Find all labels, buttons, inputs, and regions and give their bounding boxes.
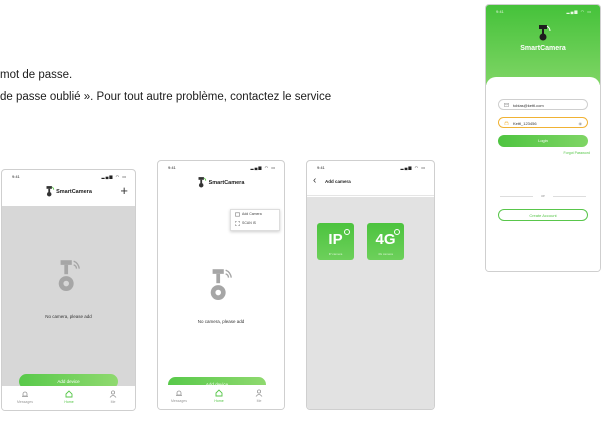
phone-login-screen: 9:41 ▂▄▆ ◠ ▭ SmartCamera tobias@kettl.co… [485,4,601,272]
user-icon [109,390,117,398]
scan-icon [235,221,240,226]
doc-line-2: de passe oublié ». Pour tout autre probl… [0,91,332,103]
status-bar: 9:41 ▂▄▆ ◠ ▭ [158,161,284,173]
login-button[interactable]: Login [498,135,588,147]
tab-me[interactable]: Me [98,390,128,404]
tile-label: IP [328,231,343,248]
back-chevron-icon[interactable]: ‹ [313,175,316,186]
camera-logo-icon [198,177,207,188]
login-header: 9:41 ▂▄▆ ◠ ▭ SmartCamera [486,5,600,85]
4g-camera-tile[interactable]: 4G 4G camera [367,223,404,260]
add-menu-popup: Add Camera SCAN IS [230,209,280,231]
phone-popup-screen: 9:41 ▂▄▆ ◠ ▭ SmartCamera No camera, plea… [157,160,285,410]
status-bar: 9:41 ▂▄▆ ◠ ▭ [307,161,434,173]
camera-small-icon [235,212,240,217]
tab-me[interactable]: Me [244,389,274,403]
camera-logo-icon [46,186,54,197]
status-icons: ▂▄▆ ◠ ▭ [101,174,127,179]
login-card: tobias@kettl.com Kettl_123456 ◉ Login Fo… [486,77,600,271]
status-icons: ▂▄▆ ◠ ▭ [566,9,592,14]
status-bar: 9:41 ▂▄▆ ◠ ▭ [486,5,600,17]
tab-bar: Messages Home Me [2,386,135,410]
tile-sub: 4G camera [378,252,393,256]
phone-home-screen: 9:41 ▂▄▆ ◠ ▭ SmartCamera + No camera, pl… [1,169,136,411]
app-logo: SmartCamera [45,186,92,197]
tab-messages[interactable]: Messages [164,389,194,403]
screen-title: Add camera [325,179,351,184]
or-divider: or [500,193,586,199]
status-icons: ▂▄▆ ◠ ▭ [400,165,426,170]
ip-camera-tile[interactable]: IP IP camera [317,223,354,260]
mail-icon [504,103,509,107]
add-plus-button[interactable]: + [120,184,128,197]
home-icon [65,390,73,398]
empty-camera-icon [58,260,80,291]
tab-home[interactable]: Home [54,390,84,404]
tile-label: 4G [375,231,396,248]
password-field[interactable]: Kettl_123456 ◉ [498,117,588,128]
forgot-password-link[interactable]: Forgot Password [564,151,590,155]
empty-device-area: No camera, please add Add device [2,206,135,389]
app-name: SmartCamera [208,179,245,186]
status-icons: ▂▄▆ ◠ ▭ [250,165,276,170]
bell-icon [22,391,28,397]
app-logo: SmartCamera [198,177,245,188]
empty-text: No camera, please add [45,314,92,319]
tab-messages[interactable]: Messages [10,390,40,404]
eye-icon[interactable]: ◉ [579,118,583,129]
add-camera-header: ‹ Add camera [307,173,434,196]
tab-home[interactable]: Home [204,389,234,403]
create-account-button[interactable]: Create Account [498,209,588,221]
app-header: SmartCamera [158,173,284,195]
phone-add-camera-screen: 9:41 ▂▄▆ ◠ ▭ ‹ Add camera IP IP camera 4… [306,160,435,410]
add-camera-area: IP IP camera 4G 4G camera [307,197,434,409]
menu-item-scan[interactable]: SCAN IS [231,219,279,228]
empty-camera-icon [210,269,232,300]
camera-logo-icon [539,25,551,41]
empty-text: No camera, please add [197,319,245,324]
email-field[interactable]: tobias@kettl.com [498,99,588,110]
app-name: SmartCamera [56,188,92,195]
status-time: 9:41 [12,174,20,179]
lock-icon [504,121,509,125]
home-icon [215,389,223,397]
menu-item-add-camera[interactable]: Add Camera [231,210,279,219]
tab-bar: Messages Home Me [158,385,284,409]
app-header: SmartCamera + [2,182,135,204]
user-icon [255,389,263,397]
bell-icon [176,390,182,396]
status-time: 9:41 [496,9,504,14]
brand-title: SmartCamera [520,45,566,52]
status-bar: 9:41 ▂▄▆ ◠ ▭ [2,170,135,182]
status-time: 9:41 [317,165,325,170]
doc-line-1: mot de passe. [0,69,73,81]
status-time: 9:41 [168,165,176,170]
tile-sub: IP camera [328,252,343,256]
